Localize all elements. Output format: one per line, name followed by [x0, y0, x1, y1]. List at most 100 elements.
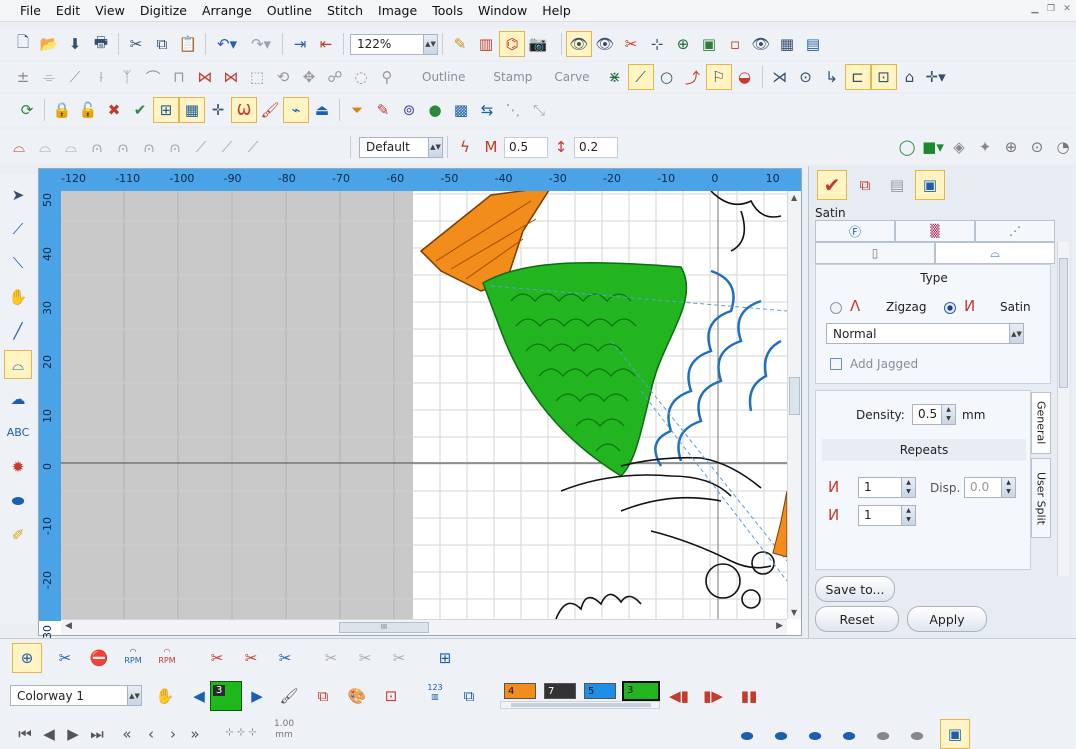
trim-c-icon[interactable]: ✂	[272, 645, 298, 671]
dash-diag-icon[interactable]: ⤡	[526, 97, 552, 123]
circle-icon[interactable]: ○	[654, 64, 680, 90]
hand-colors-icon[interactable]: ✋	[152, 683, 178, 709]
move-icon[interactable]: ✥	[296, 64, 322, 90]
print-icon[interactable]: 🖶	[88, 31, 114, 57]
menu-arrange[interactable]: Arrange	[194, 0, 259, 22]
grid-num-icon[interactable]: ▩	[448, 97, 474, 123]
view-toggle-6-icon[interactable]: ⬬	[904, 723, 930, 749]
next-color-icon[interactable]: ▶	[244, 683, 270, 709]
zoom-select[interactable]: 122% ▲▼	[350, 33, 438, 55]
nudge-icon[interactable]: ⊹ ⊹ ⊹	[218, 719, 264, 745]
node-icon[interactable]: ⋇	[602, 64, 628, 90]
view-toggle-3-icon[interactable]: ⬬	[802, 723, 828, 749]
crosshair-icon[interactable]: ⊕	[670, 31, 696, 57]
properties-icon[interactable]: ⧉	[851, 170, 879, 200]
view-right-icon[interactable]: ⊙	[1024, 134, 1050, 160]
tab-general[interactable]: General	[1031, 392, 1051, 454]
zigzag-radio[interactable]	[830, 302, 842, 314]
dash-line-icon[interactable]: ⌯	[36, 64, 62, 90]
dropdown-arrow-icon[interactable]: ▲▼	[127, 686, 141, 705]
tab-page[interactable]: ▯	[815, 242, 935, 264]
circle-dot-icon[interactable]: ◌	[348, 64, 374, 90]
scroll-up-icon[interactable]: ▲	[791, 193, 797, 202]
curve-icon[interactable]: ⤴	[680, 64, 706, 90]
add-jagged-checkbox[interactable]	[830, 358, 842, 370]
vertical-scroll-thumb[interactable]	[789, 377, 800, 415]
copy-icon[interactable]: ⧉	[149, 31, 175, 57]
select-arrow-icon[interactable]: ➤	[4, 180, 32, 209]
dropdown-arrow-icon[interactable]: ▲▼	[1009, 324, 1023, 343]
value-b-field[interactable]: 0.2	[574, 136, 618, 158]
menu-outline[interactable]: Outline	[259, 0, 319, 22]
branch-join-icon[interactable]: ⋊	[767, 64, 793, 90]
menu-view[interactable]: View	[87, 0, 132, 22]
needle-icon[interactable]: ✎	[370, 97, 396, 123]
color-square-icon[interactable]: ■▾	[920, 134, 946, 160]
camera-icon[interactable]: 📷	[525, 31, 551, 57]
menu-image[interactable]: Image	[370, 0, 424, 22]
spin-arrows-icon[interactable]: ▲▼	[941, 405, 955, 424]
image-icon[interactable]: ▣	[915, 170, 945, 200]
lock-icon[interactable]: 🔒	[49, 97, 75, 123]
view-toggle-2-icon[interactable]: ⬬	[768, 723, 794, 749]
back-fast-icon[interactable]: «	[114, 721, 140, 747]
first-stitch-icon[interactable]: ⏮	[12, 721, 38, 747]
density-input[interactable]: 0.5 ▲ ▼	[912, 404, 956, 425]
flower-icon[interactable]: ✹	[4, 452, 32, 481]
close-icon[interactable]: ✕	[1062, 4, 1072, 14]
color-chip-2[interactable]: 7	[544, 683, 576, 699]
rings-icon[interactable]: ⊚	[396, 97, 422, 123]
tab-effects[interactable]: Ⓕ	[815, 220, 895, 242]
repeat-2-input[interactable]: 1 ▲ ▼	[858, 505, 916, 526]
fork-icon[interactable]: ⟊	[88, 64, 114, 90]
open-folder-icon[interactable]: 📂	[36, 31, 62, 57]
color-chip-1[interactable]: 4	[504, 683, 536, 699]
tab-nodes[interactable]: ⋰	[975, 220, 1055, 242]
pencil-icon[interactable]: ✎	[447, 31, 473, 57]
effect-9-icon[interactable]: ⟋	[214, 134, 240, 160]
drawing-area[interactable]	[61, 191, 787, 619]
color-bar-icon[interactable]: ▥	[473, 31, 499, 57]
forward-fast-icon[interactable]: »	[182, 721, 208, 747]
list-icon[interactable]: ▤	[883, 170, 911, 200]
magnet-icon[interactable]: ⚲	[374, 64, 400, 90]
value-a-field[interactable]: 0.5	[504, 136, 548, 158]
cross-a-icon[interactable]: ⋈	[192, 64, 218, 90]
horizontal-scroll-thumb[interactable]: III	[339, 622, 429, 633]
satin-label[interactable]: Satin	[1000, 300, 1031, 314]
stop-icon[interactable]: ⛔	[86, 645, 112, 671]
hand-icon[interactable]: ✋	[4, 282, 32, 311]
plus-line-icon[interactable]: ±	[10, 64, 36, 90]
fill-shape-icon[interactable]: ☁	[4, 384, 32, 413]
text-tool-icon[interactable]: ABC	[4, 418, 32, 447]
view-toggle-4-icon[interactable]: ⬬	[836, 723, 862, 749]
save-icon[interactable]: ⬇	[62, 31, 88, 57]
spool-icon[interactable]: ▮▶	[700, 683, 726, 709]
minimize-icon[interactable]: ▁	[1030, 4, 1040, 14]
line-icon[interactable]: ⟋	[62, 64, 88, 90]
trim-e-icon[interactable]: ✂	[352, 645, 378, 671]
reshape-node-icon[interactable]: ⟋	[4, 214, 32, 243]
view-mid-icon[interactable]: ✦	[972, 134, 998, 160]
view-toggle-1-icon[interactable]: ⬬	[734, 723, 760, 749]
frame-icon[interactable]: ▣	[696, 31, 722, 57]
reshape-icon[interactable]: ⟋	[627, 64, 654, 90]
height-icon[interactable]: ↕	[548, 134, 574, 160]
outline-label[interactable]: Outline	[422, 70, 465, 84]
branch-icon[interactable]: ᛉ	[114, 64, 140, 90]
thread-swap-icon[interactable]: ⧉	[456, 683, 482, 709]
trim-d-icon[interactable]: ✂	[318, 645, 344, 671]
paste-icon[interactable]: 📋	[175, 31, 201, 57]
new-file-icon[interactable]: 🗋	[10, 31, 36, 57]
view-eye-icon[interactable]: 👁	[566, 31, 592, 57]
spool-left-icon[interactable]: ◀▮	[666, 683, 692, 709]
window-blue-icon[interactable]: ▤	[800, 31, 826, 57]
bubble-icon[interactable]: ⬬	[4, 486, 32, 515]
colorway-select[interactable]: Colorway 1 ▲▼	[10, 685, 142, 706]
effect-5-icon[interactable]: ⩀	[110, 134, 136, 160]
effect-3-icon[interactable]: ⌓	[58, 134, 84, 160]
effect-10-icon[interactable]: ⟋	[240, 134, 266, 160]
view-center-icon[interactable]: ⊕	[998, 134, 1024, 160]
rotate-icon[interactable]: ⟲	[270, 64, 296, 90]
menu-file[interactable]: File	[0, 0, 48, 22]
